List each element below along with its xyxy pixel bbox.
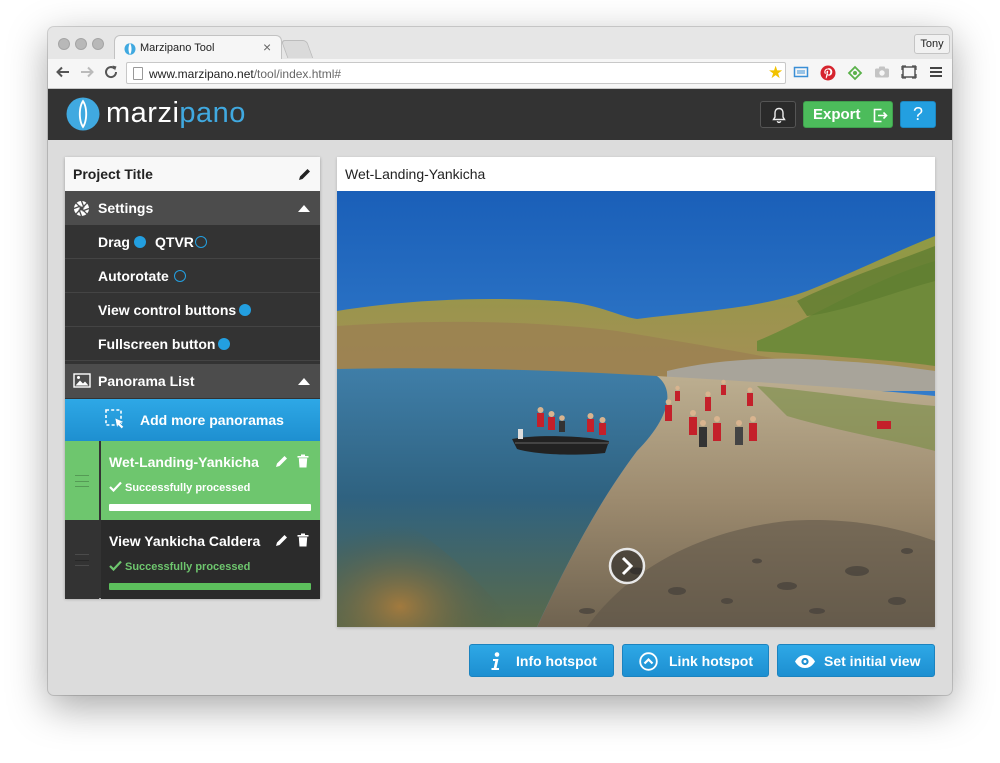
aperture-icon [73,200,90,217]
fullscreen-extension-icon[interactable] [901,65,917,81]
fullscreen-toggle[interactable] [218,338,230,350]
settings-row-fullscreen: Fullscreen button [65,327,320,361]
link-hotspot-icon [639,652,658,671]
drag-handle[interactable] [65,441,99,520]
panorama-viewer: Wet-Landing-Yankicha [337,157,935,627]
drag-label: Drag [98,234,130,250]
pinterest-extension-icon[interactable] [820,65,836,81]
zoom-window-button[interactable] [92,38,104,50]
settings-header-label: Settings [98,200,154,216]
panorama-name: View Yankicha Caldera [109,533,261,549]
qtvr-toggle[interactable] [195,236,207,248]
collapse-caret-icon [298,205,310,212]
reload-icon[interactable] [102,64,120,82]
checkmark-icon [109,560,122,572]
settings-row-autorotate: Autorotate [65,259,320,293]
url-text: www.marzipano.net/tool/index.html# [149,67,342,81]
app-logo-text: marzipano [106,97,246,129]
bookmark-star-icon[interactable]: ★ [768,63,783,83]
add-panoramas-label: Add more panoramas [140,412,284,428]
panorama-view[interactable] [337,191,935,627]
panorama-image [337,191,935,627]
link-hotspot-button[interactable]: Link hotspot [622,644,769,677]
camera-extension-icon[interactable] [874,65,890,81]
drag-toggle[interactable] [134,236,146,248]
sidebar-panel: Project Title Settings Drag QTVR Autorot… [65,157,320,599]
info-hotspot-label: Info hotspot [516,653,597,669]
tab-close-icon[interactable]: × [263,39,271,55]
settings-row-view-control: View control buttons [65,293,320,327]
export-label: Export [813,106,861,123]
fullscreen-label: Fullscreen button [98,336,216,352]
progress-bar [109,583,311,590]
page-icon [133,67,143,80]
browser-window: Marzipano Tool × Tony www.marzipano.net/… [48,27,952,695]
panorama-list-header[interactable]: Panorama List [65,364,320,398]
image-icon [73,373,91,388]
set-initial-view-label: Set initial view [824,653,921,669]
pencil-icon[interactable] [275,455,288,468]
project-title-row[interactable]: Project Title [65,157,320,191]
set-initial-view-button[interactable]: Set initial view [777,644,935,677]
processing-status: Successfully processed [109,481,250,494]
pencil-icon[interactable] [275,534,288,547]
browser-tab[interactable]: Marzipano Tool × [114,35,282,61]
panorama-list-item[interactable]: Wet-Landing-Yankicha Successfully proces… [65,441,320,520]
qtvr-label: QTVR [155,234,194,250]
marzipano-favicon-icon [124,43,136,55]
back-arrow-icon[interactable] [54,64,72,82]
app-header: marzipano Export ? [48,89,952,140]
forward-arrow-icon[interactable] [78,64,96,82]
info-icon [491,652,500,670]
trash-icon[interactable] [297,454,309,468]
viewer-title: Wet-Landing-Yankicha [345,166,486,182]
progress-bar [109,504,311,511]
pencil-icon[interactable] [298,168,311,181]
marzipano-logo-icon [66,97,100,131]
export-button[interactable]: Export [803,101,893,128]
link-hotspot-marker[interactable] [608,547,646,585]
tab-bar: Marzipano Tool × Tony [48,27,952,61]
collapse-caret-icon [298,378,310,385]
profile-button[interactable]: Tony [914,34,950,54]
view-control-label: View control buttons [98,302,237,318]
settings-row-drag-qtvr: Drag QTVR [65,225,320,259]
notifications-button[interactable] [760,101,796,128]
info-hotspot-button[interactable]: Info hotspot [469,644,614,677]
export-arrow-icon [873,108,888,123]
panorama-list-item[interactable]: View Yankicha Caldera Successfully proce… [65,520,320,599]
project-title: Project Title [73,166,153,182]
screen-capture-extension-icon[interactable] [793,65,809,81]
settings-header[interactable]: Settings [65,191,320,225]
new-tab-button[interactable] [280,40,314,58]
drag-handle[interactable] [65,520,99,599]
panorama-list-label: Panorama List [98,373,195,389]
address-bar[interactable]: www.marzipano.net/tool/index.html# ★ [126,62,786,84]
feedly-extension-icon[interactable] [847,65,863,81]
add-panoramas-button[interactable]: Add more panoramas [65,399,320,441]
panorama-name: Wet-Landing-Yankicha [109,454,259,470]
link-hotspot-label: Link hotspot [669,653,753,669]
minimize-window-button[interactable] [75,38,87,50]
grip-lines-icon [75,554,89,566]
view-control-toggle[interactable] [239,304,251,316]
bell-icon [772,107,786,124]
grip-lines-icon [75,475,89,487]
add-selection-cursor-icon [105,409,125,429]
tab-title: Marzipano Tool [140,42,215,54]
eye-icon [795,655,815,668]
browser-toolbar: www.marzipano.net/tool/index.html# ★ [48,59,952,89]
autorotate-label: Autorotate [98,268,169,284]
close-window-button[interactable] [58,38,70,50]
autorotate-toggle[interactable] [174,270,186,282]
processing-status: Successfully processed [109,560,250,573]
checkmark-icon [109,481,122,493]
help-button[interactable]: ? [900,101,936,128]
browser-menu-icon[interactable] [928,65,944,81]
trash-icon[interactable] [297,533,309,547]
